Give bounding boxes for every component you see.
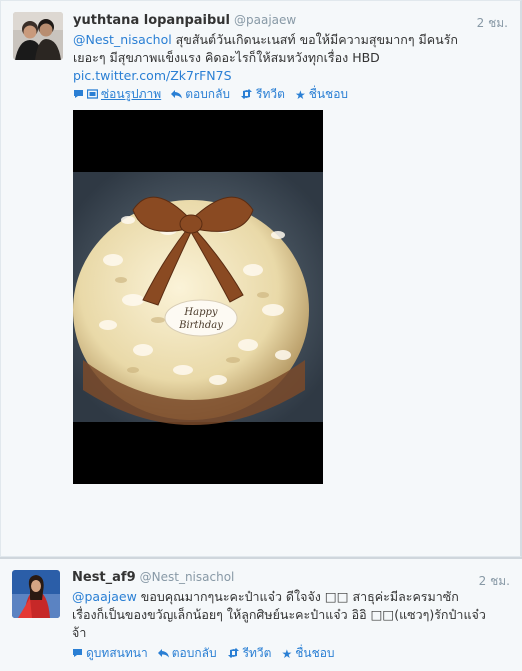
- author-handle[interactable]: @Nest_nisachol: [140, 570, 235, 584]
- mention-link[interactable]: @Nest_nisachol: [73, 32, 172, 47]
- avatar[interactable]: [12, 570, 60, 618]
- retweet-icon: [240, 88, 253, 102]
- avatar[interactable]: [13, 12, 63, 60]
- tweet-photo[interactable]: Happy Birthday: [73, 110, 323, 484]
- author-name[interactable]: yuthtana lopanpaibul: [73, 13, 230, 28]
- conversation-icon: [72, 647, 83, 661]
- favorite-button[interactable]: ★ ชื่นชอบ: [295, 85, 348, 104]
- view-conversation-label: ดูบทสนทนา: [86, 646, 148, 660]
- retweet-button[interactable]: รีทวีต: [240, 85, 285, 104]
- retweet-label: รีทวีต: [242, 646, 272, 660]
- tweet-text-line2: เยอะๆ มีสุขภาพแข็งแรง คิดอะไรก็ให้สมหวัง…: [73, 50, 380, 65]
- retweet-icon: [227, 647, 240, 661]
- tweet-text-line1: ขอบคุณมากๆนะคะป๋าแจ๋ว ดีใจจัง □□ สาธุค่ะ…: [136, 589, 459, 604]
- reply-button[interactable]: ตอบกลับ: [157, 644, 217, 663]
- reply-label: ตอบกลับ: [185, 87, 231, 101]
- hide-photo-label: ซ่อนรูปภาพ: [101, 87, 162, 101]
- tweet[interactable]: yuthtana lopanpaibul @paajaew 2 ชม. @Nest…: [0, 0, 522, 557]
- star-icon: ★: [294, 87, 306, 102]
- reply-label: ตอบกลับ: [171, 646, 217, 660]
- tweet-text-line3: จ้า: [72, 625, 87, 640]
- view-conversation-button[interactable]: ดูบทสนทนา: [72, 644, 148, 663]
- favorite-button[interactable]: ★ ชื่นชอบ: [281, 644, 334, 663]
- tweet-text-line1: สุขสันต์วันเกิดนะเนสท์ ขอให้มีความสุขมาก…: [171, 32, 458, 47]
- photo-icon: [86, 88, 99, 102]
- author-handle[interactable]: @paajaew: [234, 13, 296, 27]
- retweet-label: รีทวีต: [256, 87, 285, 101]
- plaque-text-line2: Birthday: [178, 320, 223, 331]
- mention-link[interactable]: @paajaew: [72, 589, 137, 604]
- tweet[interactable]: Nest_af9 @Nest_nisachol 2 ชม. @paajaew ขอ…: [0, 557, 522, 671]
- retweet-button[interactable]: รีทวีต: [227, 644, 272, 663]
- pic-link[interactable]: pic.twitter.com/Zk7rFN7S: [73, 68, 232, 83]
- plaque-text-line1: Happy: [183, 307, 217, 318]
- conversation-icon: [73, 88, 84, 102]
- favorite-label: ชื่นชอบ: [295, 646, 335, 660]
- tweet-text-line2: เรื่องก็เป็นของขวัญเล็กน้อยๆ ให้ลูกศิษย์…: [72, 607, 486, 622]
- reply-icon: [171, 88, 183, 102]
- tweet-text: @paajaew ขอบคุณมากๆนะคะป๋าแจ๋ว ดีใจจัง □…: [72, 588, 512, 642]
- reply-icon: [157, 647, 169, 661]
- author-name[interactable]: Nest_af9: [72, 570, 136, 585]
- hide-photo-button[interactable]: ซ่อนรูปภาพ: [73, 85, 161, 104]
- reply-button[interactable]: ตอบกลับ: [171, 85, 230, 104]
- tweet-text: @Nest_nisachol สุขสันต์วันเกิดนะเนสท์ ขอ…: [73, 31, 513, 85]
- favorite-label: ชื่นชอบ: [308, 87, 349, 101]
- star-icon: ★: [281, 646, 293, 661]
